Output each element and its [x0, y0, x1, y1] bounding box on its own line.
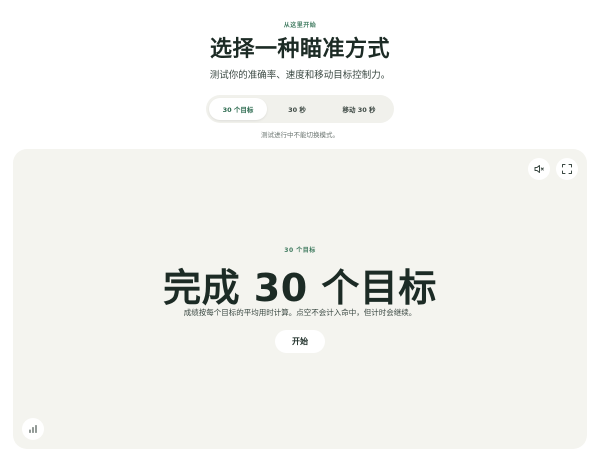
- speaker-muted-icon: [534, 165, 544, 173]
- tab-moving-30-seconds[interactable]: 移动 30 秒: [327, 98, 391, 120]
- stage-kicker: 30 个目标: [284, 247, 316, 254]
- start-button[interactable]: 开始: [275, 330, 325, 353]
- page-subtitle: 测试你的准确率、速度和移动目标控制力。: [209, 70, 391, 81]
- mode-tabs: 30 个目标 30 秒 移动 30 秒: [206, 95, 394, 123]
- test-stage[interactable]: 30 个目标 完成 30 个目标 成绩按每个目标的平均用时计算。点空不会计入命中…: [13, 149, 587, 449]
- stage-title: 完成 30 个目标: [163, 266, 437, 310]
- mode-lock-note: 测试进行中不能切换模式。: [261, 131, 339, 139]
- page-title: 选择一种瞄准方式: [209, 37, 390, 62]
- tab-30-targets[interactable]: 30 个目标: [209, 98, 267, 120]
- fullscreen-icon: [562, 164, 572, 174]
- fullscreen-button[interactable]: [556, 158, 578, 180]
- page-kicker: 从这里开始: [283, 22, 317, 29]
- stats-button[interactable]: [22, 418, 44, 440]
- sound-toggle-button[interactable]: [528, 158, 550, 180]
- stage-description: 成绩按每个目标的平均用时计算。点空不会计入命中，但计时会继续。: [183, 308, 417, 317]
- tab-30-seconds[interactable]: 30 秒: [267, 98, 327, 120]
- bar-chart-icon: [29, 424, 37, 434]
